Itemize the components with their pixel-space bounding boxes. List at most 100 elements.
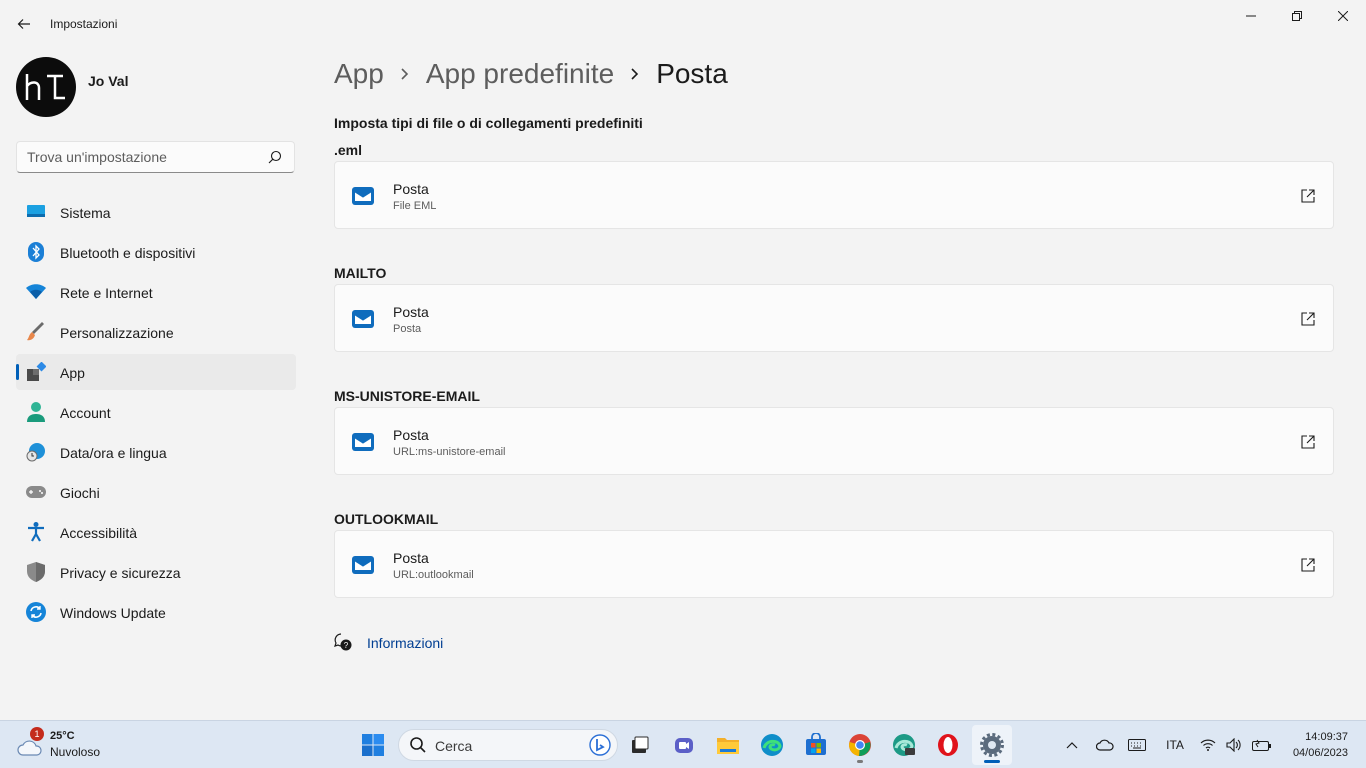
- help-link-label[interactable]: Informazioni: [367, 635, 443, 651]
- input-language-button[interactable]: ITA: [1160, 733, 1190, 757]
- battery-charging-icon: [1252, 739, 1271, 751]
- volume-icon: [1226, 738, 1241, 752]
- opera-button[interactable]: [928, 725, 968, 765]
- sidebar-item-sistema[interactable]: Sistema: [16, 194, 296, 230]
- bing-icon: [589, 734, 611, 756]
- group-label: MS-UNISTORE-EMAIL: [334, 388, 480, 404]
- shield-icon: [26, 562, 46, 582]
- bluetooth-icon: [26, 242, 46, 262]
- teams-chat-button[interactable]: [664, 725, 704, 765]
- card-detail: URL:outlookmail: [393, 569, 474, 581]
- default-app-card[interactable]: Posta Posta: [334, 284, 1334, 352]
- minimize-button[interactable]: [1228, 0, 1274, 32]
- page-title: Posta: [656, 58, 728, 89]
- chevron-up-icon: [1066, 742, 1078, 749]
- show-hidden-icons-button[interactable]: [1062, 733, 1082, 757]
- user-profile[interactable]: Jo Val: [16, 57, 128, 117]
- svg-text:?: ?: [344, 641, 349, 650]
- active-indicator: [984, 760, 1000, 763]
- group-label: MAILTO: [334, 265, 387, 281]
- group-label: OUTLOOKMAIL: [334, 511, 439, 527]
- keyboard-icon: [1128, 739, 1146, 751]
- sidebar-nav: Sistema Bluetooth e dispositivi Rete e I…: [16, 194, 296, 634]
- folder-icon: [717, 738, 739, 754]
- sidebar-item-label: Personalizzazione: [60, 325, 174, 341]
- sidebar-item-rete[interactable]: Rete e Internet: [16, 274, 296, 310]
- sidebar-item-bluetooth[interactable]: Bluetooth e dispositivi: [16, 234, 296, 270]
- sidebar-item-app[interactable]: App: [16, 354, 296, 390]
- card-app-name: Posta: [393, 304, 429, 320]
- sidebar-item-label: Privacy e sicurezza: [60, 565, 181, 581]
- section-title: Imposta tipi di file o di collegamenti p…: [334, 115, 643, 131]
- default-app-card[interactable]: Posta URL:ms-unistore-email: [334, 407, 1334, 475]
- quick-settings-button[interactable]: [1200, 733, 1272, 757]
- card-detail: Posta: [393, 323, 422, 335]
- store-button[interactable]: [796, 725, 836, 765]
- mail-app-icon: [352, 187, 374, 205]
- edge-button[interactable]: [752, 725, 792, 765]
- default-app-card[interactable]: Posta URL:outlookmail: [334, 530, 1334, 598]
- clock-time: 14:09:37: [1305, 731, 1348, 743]
- sidebar-item-accessibilita[interactable]: Accessibilità: [16, 514, 296, 550]
- onedrive-cloud-icon: [1096, 739, 1114, 751]
- store-bag-icon: [806, 733, 826, 755]
- card-app-name: Posta: [393, 427, 429, 443]
- restore-icon: [1292, 11, 1302, 21]
- sidebar-item-label: Giochi: [60, 485, 100, 501]
- chrome-browser-icon: [849, 734, 871, 757]
- sidebar-item-label: Account: [60, 405, 111, 421]
- sidebar-item-label: App: [60, 365, 85, 381]
- settings-app-button[interactable]: [972, 725, 1012, 765]
- back-button[interactable]: [12, 12, 36, 36]
- weather-widget[interactable]: 1 25°C Nuvoloso: [16, 727, 126, 763]
- breadcrumb-app-predefinite[interactable]: App predefinite: [426, 58, 614, 90]
- profile-name: Jo Val: [88, 73, 129, 89]
- default-app-card[interactable]: Posta File EML: [334, 161, 1334, 229]
- close-button[interactable]: [1320, 0, 1366, 32]
- taskbar-search[interactable]: Cerca: [398, 729, 618, 761]
- sidebar-item-label: Accessibilità: [60, 525, 138, 541]
- mail-app-icon: [352, 556, 374, 574]
- system-icon: [26, 202, 46, 222]
- sidebar-item-privacy[interactable]: Privacy e sicurezza: [16, 554, 296, 590]
- chrome-button[interactable]: [840, 725, 880, 765]
- running-indicator: [857, 760, 863, 763]
- avatar-logo-icon: [25, 74, 65, 100]
- sidebar-item-label: Rete e Internet: [60, 285, 153, 301]
- help-link[interactable]: ? Informazioni: [334, 633, 443, 651]
- maximize-button[interactable]: [1274, 0, 1320, 32]
- wifi-icon: [1200, 739, 1216, 751]
- edge-browser-icon: [761, 734, 783, 756]
- file-explorer-button[interactable]: [708, 725, 748, 765]
- settings-search[interactable]: [16, 141, 295, 173]
- help-chat-icon: ?: [334, 633, 352, 651]
- mail-app-icon: [352, 310, 374, 328]
- sidebar-item-account[interactable]: Account: [16, 394, 296, 430]
- account-icon: [26, 402, 46, 422]
- group-label: .eml: [334, 142, 363, 158]
- search-input[interactable]: [17, 142, 257, 172]
- start-button[interactable]: [353, 725, 393, 765]
- task-view-button[interactable]: [620, 725, 660, 765]
- time-language-icon: [26, 442, 46, 462]
- card-app-name: Posta: [393, 181, 429, 197]
- edge-dev-button[interactable]: [884, 725, 924, 765]
- sidebar-item-windows-update[interactable]: Windows Update: [16, 594, 296, 630]
- opera-browser-icon: [938, 734, 958, 756]
- sidebar-item-giochi[interactable]: Giochi: [16, 474, 296, 510]
- close-icon: [1338, 11, 1348, 21]
- card-app-name: Posta: [393, 550, 429, 566]
- onedrive-button[interactable]: [1094, 733, 1116, 757]
- task-view-icon: [632, 736, 649, 753]
- search-icon[interactable]: [268, 150, 282, 164]
- card-detail: URL:ms-unistore-email: [393, 446, 506, 458]
- touch-keyboard-button[interactable]: [1126, 733, 1148, 757]
- weather-temperature: 25°C: [50, 730, 75, 742]
- sidebar-item-personalizzazione[interactable]: Personalizzazione: [16, 314, 296, 350]
- notification-badge: 1: [30, 727, 44, 741]
- open-external-icon: [1301, 435, 1315, 449]
- title-bar: Impostazioni: [0, 0, 1366, 48]
- sidebar-item-data-ora[interactable]: Data/ora e lingua: [16, 434, 296, 470]
- breadcrumb-app[interactable]: App: [334, 58, 384, 90]
- clock[interactable]: 14:09:37 04/06/2023: [1293, 729, 1348, 761]
